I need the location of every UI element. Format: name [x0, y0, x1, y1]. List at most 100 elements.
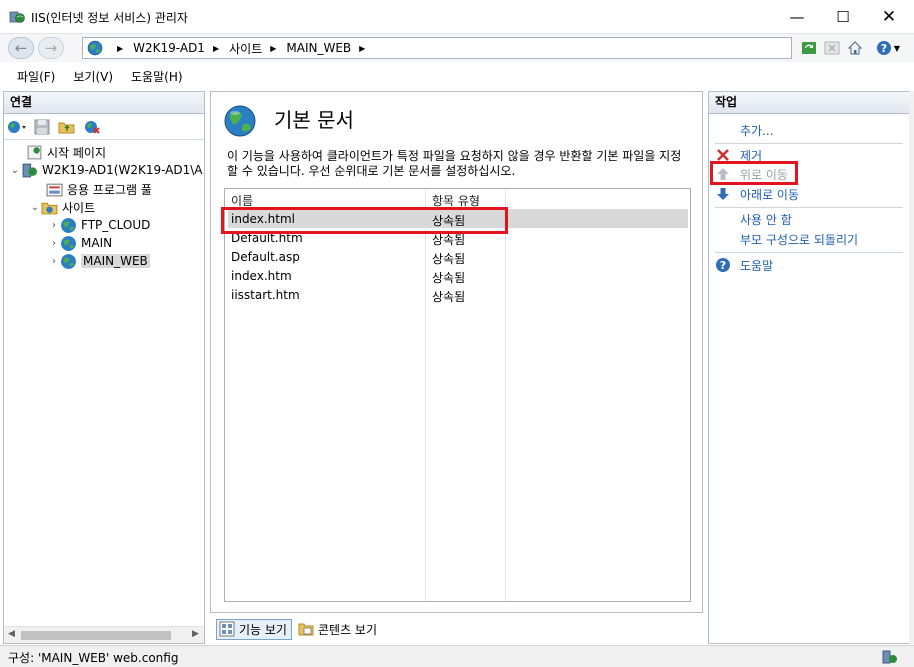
- maximize-button[interactable]: ☐: [820, 0, 866, 34]
- tree-item-sites[interactable]: ⌄ 사이트: [29, 198, 95, 216]
- menu-file[interactable]: 파일(F): [8, 68, 64, 85]
- status-bar: 구성: 'MAIN_WEB' web.config: [0, 645, 914, 667]
- globe-icon: [61, 235, 76, 251]
- save-icon: [34, 119, 50, 134]
- expand-icon[interactable]: ›: [48, 238, 60, 249]
- svg-text:?: ?: [881, 42, 887, 55]
- table-row[interactable]: Default.asp 상속됨: [228, 247, 688, 266]
- connect-globe-icon: [8, 120, 26, 133]
- globe-icon: [61, 253, 76, 269]
- default-documents-list[interactable]: 이름 항목 유형 index.html 상속됨 Default.htm 상속됨 …: [224, 188, 691, 602]
- features-view-icon: [219, 621, 235, 637]
- tab-features-view[interactable]: 기능 보기: [216, 618, 292, 640]
- home-icon: [847, 41, 863, 55]
- globe-icon: [224, 105, 256, 137]
- tree-item-site-main-web[interactable]: › MAIN_WEB: [48, 252, 150, 270]
- stop-button[interactable]: [822, 38, 842, 58]
- connect-button[interactable]: [6, 117, 28, 137]
- save-connections-button[interactable]: [31, 117, 53, 137]
- tab-content-view[interactable]: 콘텐츠 보기: [296, 619, 381, 640]
- tree-item-label: FTP_CLOUD: [81, 218, 151, 232]
- breadcrumb[interactable]: ▶ W2K19-AD1 ▶ 사이트 ▶ MAIN_WEB ▶: [82, 37, 792, 59]
- minimize-button[interactable]: —: [774, 0, 820, 34]
- action-revert-to-parent[interactable]: 부모 구성으로 되돌리기: [715, 230, 858, 248]
- action-help[interactable]: ? 도움말: [715, 256, 773, 274]
- forward-button[interactable]: →: [38, 37, 64, 59]
- disconnect-button[interactable]: [81, 117, 103, 137]
- tree-item-server[interactable]: ⌄ W2K19-AD1(W2K19-AD1\A: [9, 161, 203, 179]
- action-disable[interactable]: 사용 안 함: [715, 210, 792, 228]
- collapse-icon[interactable]: ⌄: [29, 202, 41, 213]
- connections-panel: 연결 시작 페이지 ⌄ W2K19-AD1(W2K19-AD1\A 응용 프로그…: [3, 91, 205, 644]
- content-view-icon: [298, 623, 314, 636]
- title-bar: IIS(인터넷 정보 서비스) 관리자 — ☐ ✕: [0, 0, 914, 34]
- entry-type: 상속됨: [432, 271, 466, 285]
- breadcrumb-separator: ▶: [117, 43, 124, 53]
- tree-item-start-page[interactable]: 시작 페이지: [14, 143, 106, 161]
- scroll-left-icon[interactable]: ◀: [8, 629, 15, 639]
- back-button[interactable]: ←: [8, 37, 34, 59]
- menu-view[interactable]: 보기(V): [64, 68, 122, 85]
- stop-icon: [824, 41, 840, 55]
- close-button[interactable]: ✕: [866, 0, 912, 34]
- window-title: IIS(인터넷 정보 서비스) 관리자: [31, 11, 188, 25]
- highlight-box-move-up: [710, 161, 798, 185]
- breadcrumb-separator: ▶: [359, 43, 366, 53]
- tree-item-app-pools[interactable]: 응용 프로그램 풀: [34, 180, 152, 198]
- help-icon: ?: [715, 257, 731, 273]
- expand-icon[interactable]: ›: [48, 256, 60, 267]
- breadcrumb-item-sites[interactable]: 사이트: [229, 40, 262, 57]
- menu-help[interactable]: 도움말(H): [122, 68, 192, 85]
- scroll-right-icon[interactable]: ▶: [192, 629, 199, 639]
- tree-item-label: 시작 페이지: [47, 145, 107, 160]
- document-name: index.htm: [231, 269, 292, 283]
- feature-description: 이 기능을 사용하여 클라이언트가 특정 파일을 요청하지 않을 경우 반환할 …: [227, 149, 682, 178]
- action-label: 부모 구성으로 되돌리기: [740, 232, 859, 247]
- forward-arrow-icon: →: [44, 39, 58, 57]
- table-row[interactable]: index.htm 상속됨: [228, 266, 688, 285]
- chevron-down-icon: ▼: [893, 43, 901, 53]
- table-row[interactable]: iisstart.htm 상속됨: [228, 285, 688, 304]
- divider: [715, 207, 903, 208]
- page-title: 기본 문서: [274, 108, 354, 132]
- up-level-button[interactable]: [56, 117, 78, 137]
- refresh-icon: [802, 42, 816, 54]
- action-label: 아래로 이동: [740, 187, 800, 202]
- tree-item-site-ftp-cloud[interactable]: › FTP_CLOUD: [48, 216, 150, 234]
- menu-bar: 파일(F) 보기(V) 도움말(H): [0, 63, 914, 90]
- window-edge: [909, 91, 914, 644]
- entry-type: 상속됨: [432, 290, 466, 304]
- help-menu-button[interactable]: ? ▼: [872, 38, 904, 58]
- start-page-icon: [27, 145, 42, 159]
- iis-app-icon: [9, 11, 25, 23]
- tree-item-label: MAIN: [81, 236, 113, 250]
- breadcrumb-item-site[interactable]: MAIN_WEB: [286, 41, 351, 55]
- breadcrumb-item-server[interactable]: W2K19-AD1: [133, 41, 205, 55]
- tree-item-site-main[interactable]: › MAIN: [48, 234, 112, 252]
- entry-type: 상속됨: [432, 252, 466, 266]
- scrollbar-thumb[interactable]: [21, 631, 171, 640]
- tree-item-label: 응용 프로그램 풀: [67, 182, 152, 197]
- connections-tree: 시작 페이지 ⌄ W2K19-AD1(W2K19-AD1\A 응용 프로그램 풀…: [4, 140, 204, 620]
- arrow-down-icon: [715, 186, 731, 202]
- expand-icon[interactable]: ›: [48, 220, 60, 231]
- disconnect-icon: [85, 120, 100, 134]
- highlight-box-row: [221, 207, 508, 234]
- action-move-down[interactable]: 아래로 이동: [715, 185, 799, 203]
- tree-item-label: 사이트: [62, 200, 96, 215]
- collapse-icon[interactable]: ⌄: [9, 165, 21, 176]
- globe-icon: [61, 217, 76, 233]
- connections-header: 연결: [4, 92, 204, 114]
- tree-item-label: W2K19-AD1(W2K19-AD1\A: [42, 163, 203, 177]
- document-name: iisstart.htm: [231, 288, 300, 302]
- refresh-button[interactable]: [799, 38, 819, 58]
- app-pool-icon: [46, 183, 63, 196]
- action-add[interactable]: 추가...: [715, 121, 774, 139]
- sites-folder-icon: [41, 202, 58, 214]
- status-text: 구성: 'MAIN_WEB' web.config: [8, 651, 179, 665]
- breadcrumb-separator: ▶: [270, 43, 277, 53]
- action-label: 추가...: [740, 123, 774, 138]
- home-button[interactable]: [845, 38, 865, 58]
- horizontal-scrollbar[interactable]: ◀ ▶: [4, 626, 204, 643]
- document-name: Default.asp: [231, 250, 300, 264]
